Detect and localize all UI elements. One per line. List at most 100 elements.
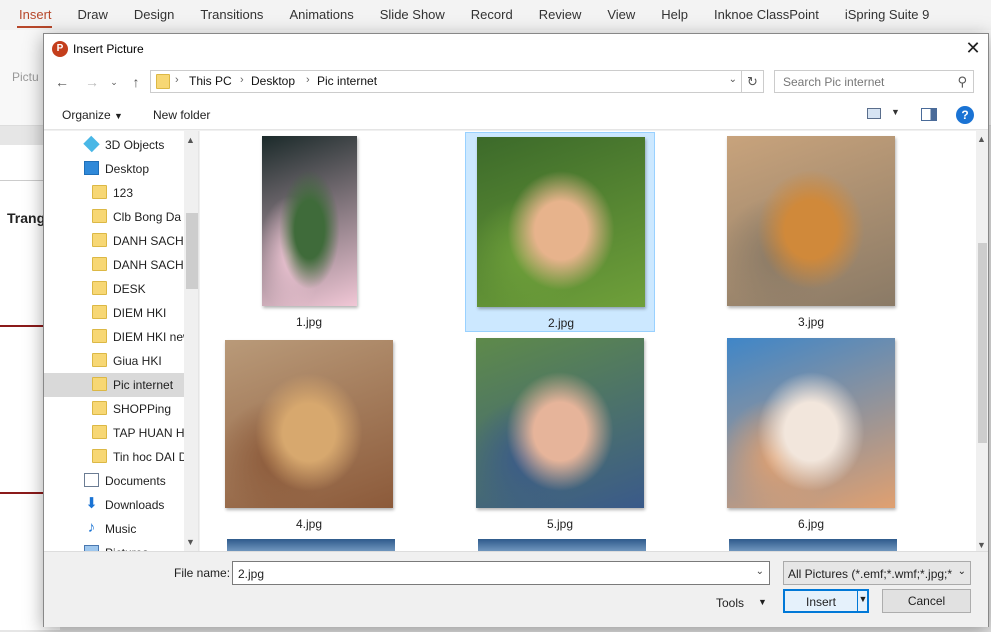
file-name-value: 2.jpg [238,567,265,581]
ribbon-tab-review[interactable]: Review [526,0,595,30]
back-arrow-icon[interactable]: ← [52,72,72,92]
desktop-icon [84,161,99,175]
breadcrumb-separator-icon: › [306,74,310,86]
navigation-bar: ← → ⌄ ↑ › This PC › Desktop › Pic intern… [44,64,988,100]
file-tile[interactable]: 5.jpg [465,334,655,534]
ribbon-tab-design[interactable]: Design [121,0,187,30]
up-arrow-icon[interactable]: ↑ [126,72,146,92]
recent-locations-chevron-icon[interactable]: ⌄ [104,72,124,92]
tools-menu-button[interactable]: Tools [716,596,744,610]
file-tile[interactable]: 3.jpg [716,132,906,332]
sidebar-scroll-thumb[interactable] [186,213,198,289]
refresh-icon[interactable]: ↻ [742,70,764,93]
sidebar-item-label: Downloads [105,498,165,512]
sidebar-item[interactable]: Giua HKI [44,349,184,373]
file-type-select[interactable]: All Pictures (*.emf;*.wmf;*.jpg;* ⌄ [783,561,971,585]
preview-pane-icon[interactable] [921,108,937,121]
sidebar-item[interactable]: Pictures [44,541,184,551]
ribbon-tab-draw[interactable]: Draw [65,0,121,30]
dialog-footer: File name: 2.jpg ⌄ All Pictures (*.emf;*… [44,551,988,627]
sidebar-item[interactable]: TAP HUAN H [44,421,185,445]
sidebar-item[interactable]: Pic internet [44,373,184,397]
ribbon-tab-view[interactable]: View [594,0,648,30]
sidebar-item[interactable]: Tin hoc DAI D [44,445,187,469]
ribbon-tab-insert[interactable]: Insert [0,0,65,30]
file-list: 1.jpg 2.jpg 3.jpg 4.jpg 5.jpg 6.jpg [200,131,976,551]
file-name-label: 4.jpg [295,517,323,531]
insert-button[interactable]: Insert ▼ [783,589,869,613]
folder-icon [92,425,107,439]
cube-icon [83,135,100,153]
forward-arrow-icon[interactable]: → [82,72,102,92]
sidebar-item[interactable]: Documents [44,469,184,493]
organize-menu-button[interactable]: Organize ▼ [62,108,123,122]
address-bar[interactable]: › This PC › Desktop › Pic internet ⌄ [150,70,742,93]
sidebar-item[interactable]: 3D Objects [44,133,184,157]
search-input[interactable]: Search Pic internet ⚲ [774,70,974,93]
sidebar-item[interactable]: DIEM HKI [44,301,184,325]
insert-picture-dialog: P Insert Picture ✕ ← → ⌄ ↑ › This PC › D… [43,33,989,627]
sidebar-item[interactable]: DANH SACH [44,229,184,253]
folder-icon [92,305,107,319]
chevron-down-icon[interactable]: ⌄ [756,566,764,577]
folder-icon [92,257,107,271]
sidebar-item-label: DIEM HKI [113,306,167,320]
file-tile[interactable]: 2.jpg [465,132,655,332]
chevron-down-icon[interactable]: ▼ [758,597,767,607]
file-name-label: 5.jpg [546,517,574,531]
ribbon-tab-inknoe-classpoint[interactable]: Inknoe ClassPoint [701,0,832,30]
ribbon-tab-help[interactable]: Help [648,0,701,30]
organize-label: Organize [62,108,111,122]
chevron-down-icon: ▼ [114,111,123,121]
file-tile[interactable]: 4.jpg [214,334,404,534]
sidebar-item[interactable]: 123 [44,181,184,205]
file-tile[interactable]: 1.jpg [214,132,404,332]
folder-icon [92,233,107,247]
file-name-field[interactable]: 2.jpg ⌄ [232,561,770,585]
sidebar-item[interactable]: Clb Bong Da [44,205,184,229]
change-view-icon[interactable] [867,108,881,119]
sidebar-item-label: Clb Bong Da [113,210,182,224]
image-thumbnail [727,338,895,508]
breadcrumb-pic-internet[interactable]: Pic internet [317,74,377,88]
ribbon-tab-slide-show[interactable]: Slide Show [367,0,458,30]
file-list-scroll-thumb[interactable] [978,243,987,443]
insert-options-chevron-icon[interactable]: ▼ [858,594,868,604]
view-options-chevron-icon[interactable]: ▼ [891,107,900,117]
file-tile[interactable]: 6.jpg [716,334,906,534]
sidebar-item[interactable]: DESK [44,277,184,301]
download-icon: ⬇ [85,495,98,512]
sidebar-item-label: SHOPPing [113,402,172,416]
sidebar-item[interactable]: DANH SACH [44,253,184,277]
breadcrumb-desktop[interactable]: Desktop [251,74,295,88]
scroll-up-icon[interactable]: ▲ [977,134,986,144]
sidebar-item[interactable]: Desktop [44,157,184,181]
sidebar-scrollbar[interactable] [184,131,198,551]
sidebar-item[interactable]: ⬇ Downloads [44,493,184,517]
sidebar-item-label: DANH SACH [113,258,184,272]
cancel-button[interactable]: Cancel [882,589,971,613]
chevron-down-icon[interactable]: ⌄ [729,74,737,85]
ribbon-tab-record[interactable]: Record [458,0,526,30]
new-folder-button[interactable]: New folder [153,108,210,122]
sidebar-item[interactable]: DIEM HKI new [44,325,192,349]
close-button[interactable]: ✕ [958,34,988,64]
ribbon-tab-animations[interactable]: Animations [276,0,366,30]
scroll-down-icon[interactable]: ▼ [977,540,986,550]
sidebar-item[interactable]: ♪ Music [44,517,184,541]
sidebar-item-label: DANH SACH [113,234,184,248]
search-icon: ⚲ [957,74,967,89]
slide-title-text: Trang [7,210,46,226]
partial-thumbnail [478,539,646,551]
scroll-up-icon[interactable]: ▲ [186,135,195,145]
ribbon-tab-transitions[interactable]: Transitions [187,0,276,30]
ribbon-tab-ispring-suite-9[interactable]: iSpring Suite 9 [832,0,943,30]
sidebar-item[interactable]: SHOPPing [44,397,184,421]
breadcrumb-this-pc[interactable]: This PC [189,74,232,88]
scroll-down-icon[interactable]: ▼ [186,537,195,547]
slide-accent-line [0,325,44,327]
sidebar-item-label: DIEM HKI new [113,330,192,344]
help-icon[interactable]: ? [956,106,974,124]
chevron-down-icon: ⌄ [957,566,966,577]
command-toolbar: Organize ▼ New folder ▼ ? [44,100,988,130]
